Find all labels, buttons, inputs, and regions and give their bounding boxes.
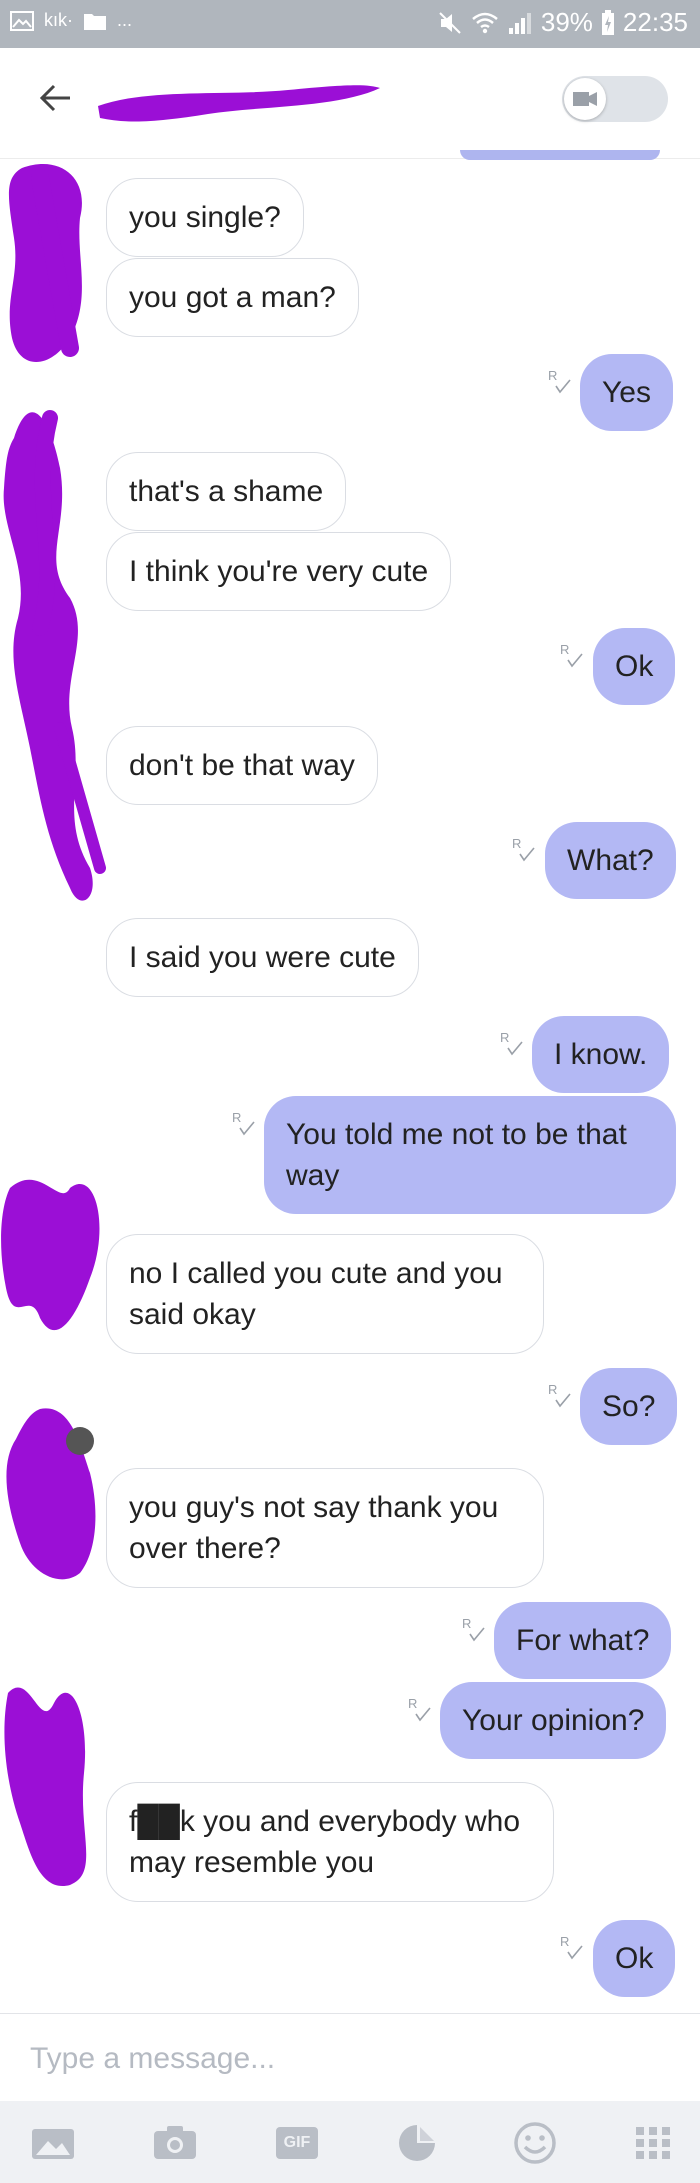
read-receipt-icon: R [408,1696,431,1722]
read-receipt-icon: R [462,1616,485,1642]
more-notifications-label: ... [117,10,133,30]
incoming-message[interactable]: no I called you cute and you said okay [106,1234,544,1354]
battery-percent: 39% [540,7,593,37]
folder-notification-icon [84,13,106,30]
outgoing-message[interactable]: Ok [593,628,676,705]
svg-text:R: R [560,642,569,657]
svg-text:R: R [512,836,521,851]
outgoing-message[interactable]: For what? [494,1602,672,1679]
avatar-redaction [8,163,82,363]
read-receipt-icon: R [500,1030,523,1056]
media-toolbar: GIF [0,2101,700,2183]
message-list[interactable]: you single? you got a man? R Yes that's … [0,158,700,2013]
outgoing-message[interactable]: What? [545,822,676,899]
svg-text:R: R [500,1030,509,1045]
read-receipt-icon: R [548,368,571,394]
avatar-redaction [6,1408,96,1580]
incoming-message[interactable]: don't be that way [106,726,378,805]
video-camera-icon [573,92,597,106]
video-toggle-knob[interactable] [564,78,606,120]
outgoing-message[interactable]: Your opinion? [440,1682,667,1759]
avatar-redaction [3,410,106,901]
gallery-notification-icon [10,10,34,31]
svg-text:R: R [232,1110,241,1125]
outgoing-message[interactable]: So? [580,1368,678,1445]
chat-header [0,48,700,159]
svg-text:R: R [462,1616,471,1631]
incoming-message[interactable]: you guy's not say thank you over there? [106,1468,544,1588]
outgoing-message[interactable]: Yes [580,354,673,431]
read-receipt-icon: R [548,1382,571,1408]
mute-icon [439,11,461,34]
battery-charging-icon [601,9,614,35]
avatar-redaction [1,1179,100,1331]
arrow-left-icon[interactable] [36,78,76,118]
read-receipt-icon: R [560,1934,583,1960]
gif-icon[interactable]: GIF [272,2121,322,2165]
incoming-message[interactable]: I said you were cute [106,918,419,997]
gallery-icon[interactable] [28,2121,78,2165]
svg-text:R: R [548,368,557,383]
clock: 22:35 [622,7,688,37]
gif-label: GIF [276,2127,318,2159]
read-receipt-icon: R [512,836,535,862]
incoming-message[interactable]: you got a man? [106,258,359,337]
outgoing-message[interactable]: I know. [532,1016,670,1093]
outgoing-message[interactable]: Ok [593,1920,676,1997]
wifi-icon [472,12,498,33]
status-bar-left: kık· ... [10,10,132,31]
svg-text:R: R [408,1696,417,1711]
message-composer [0,2013,700,2102]
sticker-icon[interactable] [392,2121,442,2165]
svg-text:R: R [560,1934,569,1949]
signal-icon [508,12,531,34]
apps-grid-icon[interactable] [628,2121,678,2165]
contact-name-redaction[interactable] [88,68,388,138]
status-bar: kık· ... 39% 22:35 [0,0,700,48]
camera-icon[interactable] [150,2121,200,2165]
status-bar-right: 39% 22:35 [437,7,688,38]
outgoing-message[interactable]: You told me not to be that way [264,1096,676,1214]
incoming-message[interactable]: I think you're very cute [106,532,452,611]
message-input[interactable] [28,2034,652,2084]
read-receipt-icon: R [232,1110,255,1136]
read-receipt-icon: R [560,642,583,668]
incoming-message[interactable]: that's a shame [106,452,347,531]
kik-notification-label: kık· [44,10,73,30]
video-call-toggle[interactable] [562,76,668,122]
svg-text:R: R [548,1382,557,1397]
emoji-icon[interactable] [510,2121,560,2165]
avatar-redaction [4,1687,87,1887]
incoming-message[interactable]: f██k you and everybody who may resemble … [106,1782,554,1902]
incoming-message[interactable]: you single? [106,178,304,257]
